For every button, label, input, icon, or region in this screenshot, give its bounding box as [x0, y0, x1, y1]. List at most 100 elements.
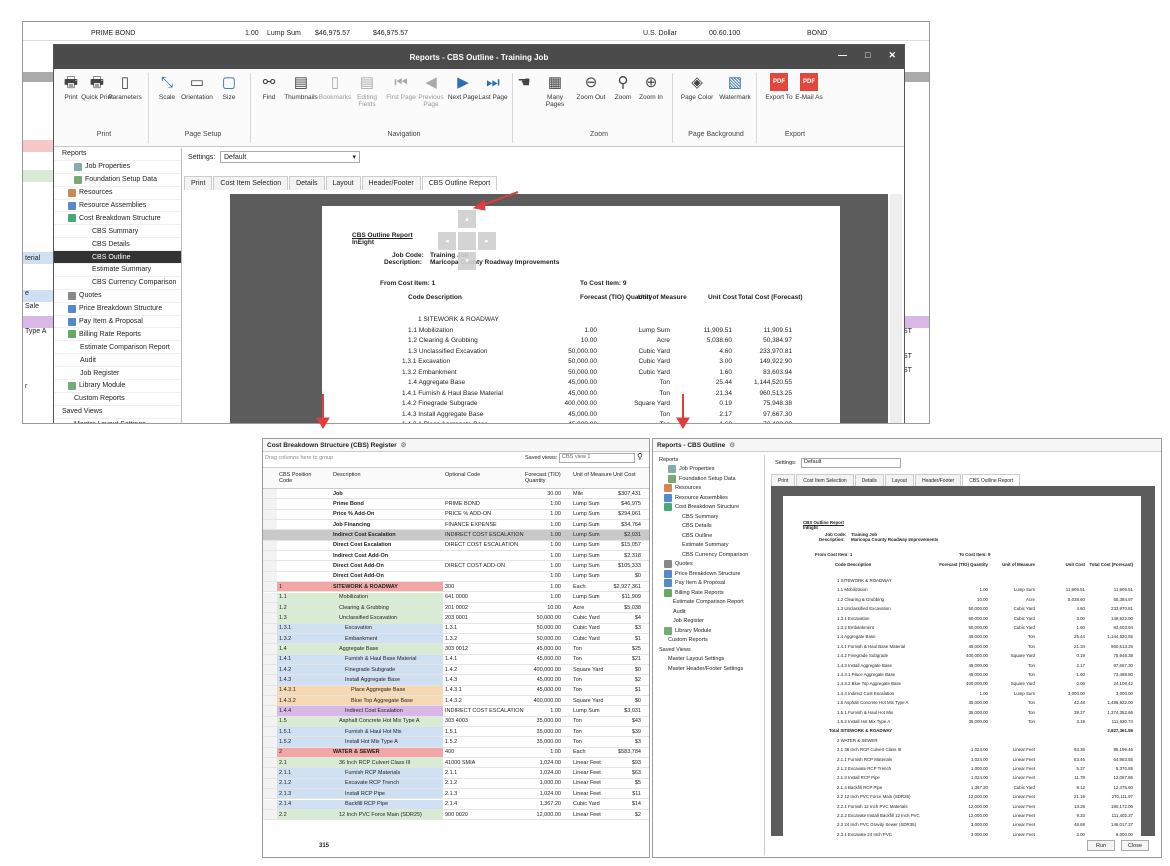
register-col-header[interactable]: Unit of Measure [573, 472, 617, 478]
tree-item[interactable]: Master Header/Footer Settings [653, 664, 764, 674]
register-col-header[interactable]: CBS Position Code [279, 472, 323, 484]
table-row[interactable]: 1.5.2 Install Hot Mix Type A 1.5.2 35,000.0… [263, 737, 649, 748]
register-col-header[interactable]: Unit Cost [613, 472, 649, 478]
tree-item[interactable]: Resources [54, 187, 181, 200]
bookmarks-button[interactable]: ▯ Bookmarks [318, 73, 352, 102]
tree-item[interactable]: Foundation Setup Data [653, 474, 764, 484]
tree-item[interactable]: Reports [653, 455, 764, 465]
tree-item[interactable]: CBS Summary [653, 512, 764, 522]
vertical-scrollbar[interactable] [890, 194, 902, 423]
settings-select[interactable]: Default ▾ [220, 151, 360, 163]
register-col-header[interactable]: Forecast (TIO) Quantity [525, 472, 569, 484]
table-row[interactable]: 1.3 Unclassified Excavation 203 0001 50,000… [263, 613, 649, 624]
email-as-button[interactable]: PDF E-Mail As [792, 73, 826, 101]
tree-item[interactable]: CBS Currency Comparison [653, 550, 764, 560]
tree-item[interactable]: Master Layout Settings [54, 419, 181, 423]
table-row[interactable]: 1.4.3.1 Place Aggregate Base 1.4.3.1 45,000… [263, 685, 649, 696]
export-to-button[interactable]: PDF Export To [762, 73, 796, 101]
gear-icon[interactable]: ⚙ [729, 441, 735, 449]
next-page-button[interactable]: ▶ Next Page [446, 73, 480, 102]
nav-up-icon[interactable]: ▴ [458, 210, 476, 228]
table-row[interactable]: 1.3.2 Embankment 1.3.2 50,000.00 Cubic Yard $… [263, 633, 649, 645]
last-page-button[interactable]: ⏭ Last Page [476, 73, 510, 102]
tab-1[interactable]: Cost Item Selection [213, 176, 289, 190]
nav-right-icon[interactable]: ▸ [478, 232, 496, 250]
tree-item[interactable]: Estimate Summary [54, 264, 181, 277]
table-row[interactable]: 1.4.3 Install Aggregate Base 1.4.3 45,000.0… [263, 675, 649, 686]
tree-item[interactable]: Price Breakdown Structure [54, 303, 181, 316]
tree-item[interactable]: Job Properties [54, 161, 181, 174]
table-row[interactable]: 1.4.4 Indirect Cost Escalation INDIRECT CO… [263, 706, 649, 717]
tree-item[interactable]: Price Breakdown Structure [653, 569, 764, 579]
tree-item[interactable]: Billing Rate Reports [653, 588, 764, 598]
tree-item[interactable]: Estimate Summary [653, 541, 764, 551]
tab-3[interactable]: Layout [325, 176, 361, 190]
hand-tool-button[interactable]: ☚ [514, 73, 534, 94]
table-row[interactable]: Direct Cost Add-On DIRECT COST ADD-ON 1.00… [263, 561, 649, 572]
tree-item[interactable]: Library Module [54, 380, 181, 393]
tab-5[interactable]: CBS Outline Report [421, 176, 498, 190]
tree-item[interactable]: Library Module [653, 626, 764, 636]
register-col-header[interactable]: Description [333, 472, 433, 478]
orientation-button[interactable]: ▭ Orientation [180, 73, 214, 102]
gear-icon[interactable]: ⚙ [401, 441, 407, 449]
settings-select[interactable]: Default [801, 458, 901, 468]
nav-down-icon[interactable]: ▾ [458, 252, 476, 270]
table-row[interactable]: 1.2 Clearing & Grubbing 201 0002 10.00 Acre $… [263, 602, 649, 614]
tree-item[interactable]: CBS Outline [54, 251, 181, 265]
tree-item[interactable]: Estimate Comparison Report [54, 341, 181, 355]
zoom-out-button[interactable]: ⊖ Zoom Out [574, 73, 608, 102]
watermark-button[interactable]: ▧ Watermark [718, 73, 752, 102]
tree-item[interactable]: Estimate Comparison Report [653, 598, 764, 608]
table-row[interactable]: 1.1 Mobilization 641 0000 1.00 Lump Sum $11,9… [263, 592, 649, 603]
previous-page-button[interactable]: ◀ Previous Page [414, 73, 448, 109]
table-row[interactable]: 2.1 36 Inch RCP Culvert Class III 41000 SM… [263, 758, 649, 769]
tree-item[interactable]: Cost Breakdown Structure [653, 503, 764, 513]
tree-item[interactable]: CBS Details [653, 522, 764, 532]
run-button[interactable]: Run [1087, 840, 1115, 851]
tree-item[interactable]: Cost Breakdown Structure [54, 212, 181, 226]
tree-item[interactable]: CBS Summary [54, 225, 181, 239]
tree-item[interactable]: Quotes [54, 290, 181, 303]
tree-item[interactable]: Job Register [653, 617, 764, 627]
table-row[interactable]: 2 WATER & SEWER 400 1.00 Each $583,784 [263, 747, 649, 759]
table-row[interactable]: Job Financing FINANCE EXPENSE 1.00 Lump Sum… [263, 520, 649, 531]
table-row[interactable]: 1.3.1 Excavation 1.3.1 50,000.00 Cubic Yard $… [263, 623, 649, 634]
zoom-in-button[interactable]: ⊕ Zoom In [634, 73, 668, 102]
table-row[interactable]: 1.5.1 Furnish & Haul Hot Mix 1.5.1 35,000.0… [263, 727, 649, 738]
tree-item[interactable]: Pay Item & Proposal [653, 579, 764, 589]
table-row[interactable]: 1.4.2 Finegrade Subgrade 1.4.2 400,000.00 Sq… [263, 664, 649, 676]
tree-item[interactable]: CBS Currency Comparison [54, 277, 181, 290]
tree-item[interactable]: Audit [653, 607, 764, 617]
tree-item[interactable]: CBS Outline [653, 531, 764, 541]
table-row[interactable]: 2.1.3 Install RCP Pipe 2.1.3 1,024.00 Linear… [263, 789, 649, 800]
table-row[interactable]: 1.4.1 Furnish & Haul Base Material 1.4.1 45… [263, 654, 649, 665]
tree-item[interactable]: Saved Views [653, 645, 764, 655]
scale-button[interactable]: ⤡ Scale [150, 73, 184, 102]
parameters-button[interactable]: ▯ Parameters [108, 73, 142, 102]
table-row[interactable]: 2.1.1 Furnish RCP Materials 2.1.1 1,024.00 L… [263, 768, 649, 779]
search-icon[interactable]: ⚲ [637, 452, 643, 461]
tree-item[interactable]: Job Register [54, 367, 181, 381]
size-button[interactable]: ▢ Size [212, 73, 246, 102]
page-color-button[interactable]: ◈ Page Color [680, 73, 714, 102]
tree-item[interactable]: Resource Assemblies [653, 493, 764, 503]
register-col-header[interactable]: Optional Code [445, 472, 489, 478]
tree-item[interactable]: Audit [54, 354, 181, 368]
tree-item[interactable]: Custom Reports [54, 393, 181, 406]
table-row[interactable]: Indirect Cost Escalation INDIRECT COST ES… [263, 530, 649, 541]
table-row[interactable]: 1.5 Asphalt Concrete Hot Mix Type A 303 40… [263, 716, 649, 728]
table-row[interactable]: 1.4.3.2 Blue Top Aggregate Base 1.4.3.2 400… [263, 696, 649, 707]
find-button[interactable]: ⚯ Find [252, 73, 286, 102]
tree-item[interactable]: Foundation Setup Data [54, 174, 181, 187]
close-report-button[interactable]: Close [1121, 840, 1149, 851]
tab-0[interactable]: Print [184, 176, 213, 190]
tree-item[interactable]: Master Layout Settings [653, 655, 764, 665]
table-row[interactable]: 1.4 Aggregate Base 303 0012 45,000.00 Ton $25 [263, 644, 649, 655]
table-row[interactable]: Indirect Cost Add-On 1.00 Lump Sum $2,318 [263, 551, 649, 562]
tree-item[interactable]: Resource Assemblies [54, 200, 181, 213]
tree-item[interactable]: Pay Item & Proposal [54, 316, 181, 329]
many-pages-button[interactable]: ▦ Many Pages [538, 73, 572, 109]
tab-2[interactable]: Details [289, 176, 325, 190]
thumbnails-button[interactable]: ▤ Thumbnails [284, 73, 318, 102]
